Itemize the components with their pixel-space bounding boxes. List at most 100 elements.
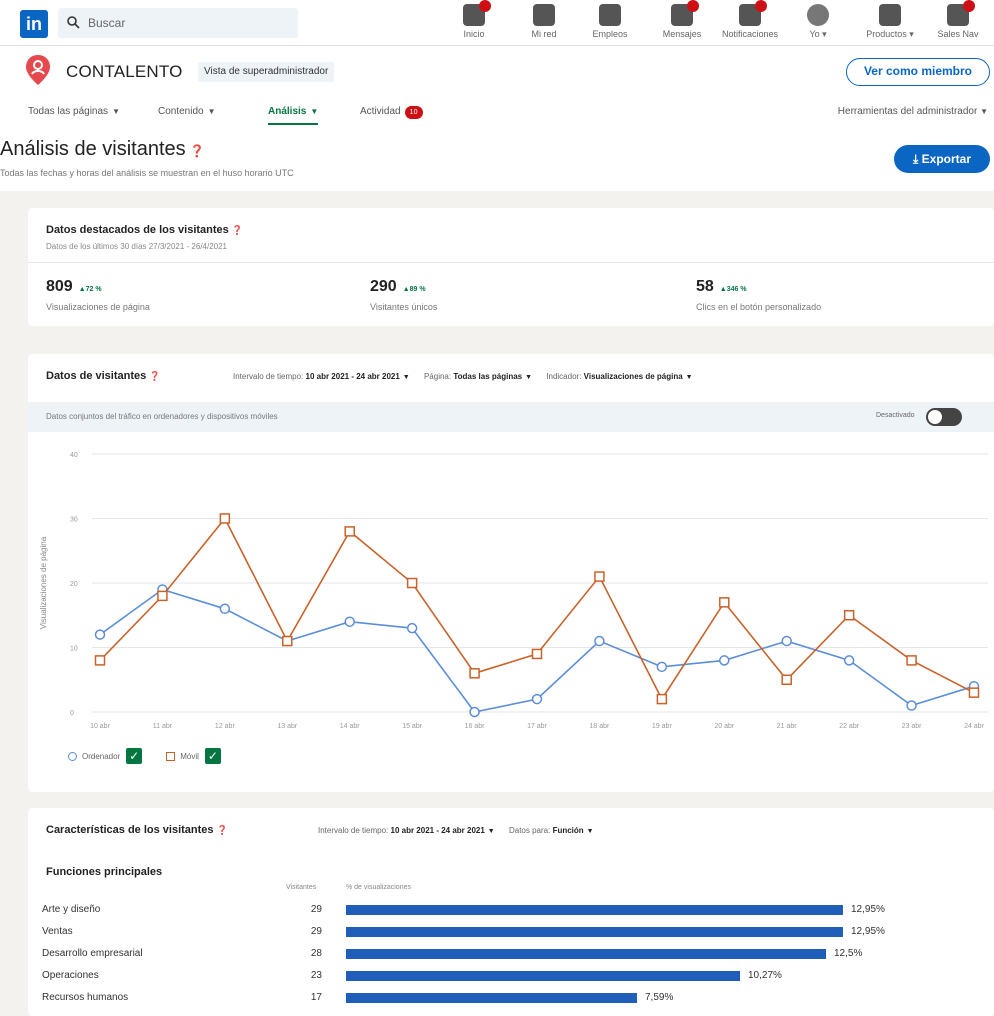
- sales-nav-badge: [963, 0, 975, 12]
- nav-notifications[interactable]: Notificaciones: [718, 0, 782, 39]
- x-tick-label: 24 abr: [964, 723, 985, 730]
- data-point-mobile: [469, 668, 480, 679]
- metric-value: 58: [696, 278, 714, 295]
- function-percent: 10,27%: [748, 970, 782, 981]
- desktop-series-checkbox[interactable]: ✓: [126, 748, 143, 764]
- series-line-mobile: [99, 517, 975, 701]
- jobs-icon: [599, 4, 621, 26]
- metric-unique-visitors: 290 ▲89 % Visitantes únicos: [370, 278, 437, 312]
- highlights-subtitle: Datos de los últimos 30 días 27/3/2021 -…: [46, 242, 228, 251]
- characteristics-filters: Intervalo de tiempo: 10 abr 2021 - 24 ab…: [318, 826, 606, 835]
- data-point-mobile: [594, 571, 605, 582]
- nav-sales-nav-label: Sales Nav: [937, 29, 979, 39]
- tab-content[interactable]: Contenido ▼: [158, 106, 216, 117]
- indicator-label: Indicador:: [546, 372, 582, 381]
- page-header: CONTALENTO Vista de superadministrador V…: [0, 46, 994, 191]
- combined-traffic-bar: Datos conjuntos del tráfico en ordenador…: [28, 402, 994, 432]
- admin-tools-menu[interactable]: Herramientas del administrador ▼: [838, 106, 988, 117]
- tab-activity[interactable]: Actividad 10: [360, 106, 423, 119]
- nav-sales-nav[interactable]: Sales Nav: [926, 0, 990, 39]
- help-icon[interactable]: ❓: [217, 825, 228, 835]
- page-filter-dropdown[interactable]: Todas las páginas: [453, 372, 522, 381]
- range-dropdown[interactable]: 10 abr 2021 - 24 abr 2021: [391, 826, 485, 835]
- function-percent: 7,59%: [645, 992, 674, 1003]
- export-button[interactable]: ⤓ Exportar: [894, 145, 990, 173]
- range-label: Intervalo de tiempo:: [318, 826, 389, 835]
- visitor-characteristics-card: Características de los visitantes ❓ Inte…: [28, 808, 994, 1016]
- highlights-title-text: Datos destacados de los visitantes: [46, 224, 229, 236]
- tab-content-label: Contenido: [158, 106, 204, 117]
- search-icon: [67, 16, 80, 29]
- metric-page-views: 809 ▲72 % Visualizaciones de página: [46, 278, 150, 312]
- visitor-highlights-card: Datos destacados de los visitantes ❓ Dat…: [28, 208, 994, 326]
- page-filter-label: Página:: [423, 372, 452, 381]
- data-point-mobile: [719, 597, 730, 608]
- visitor-data-card: Datos de visitantes ❓ Intervalo de tiemp…: [28, 354, 994, 792]
- data-point-mobile: [157, 590, 168, 602]
- nav-messaging[interactable]: Mensajes: [650, 0, 714, 39]
- tab-analytics[interactable]: Análisis ▼: [268, 106, 319, 125]
- bell-icon: [739, 0, 767, 26]
- nav-jobs[interactable]: Empleos: [578, 4, 642, 39]
- export-label: Exportar: [921, 152, 971, 166]
- data-point-desktop: [344, 616, 355, 627]
- tab-all-pages[interactable]: Todas las páginas ▼: [28, 106, 120, 117]
- data-point-mobile: [781, 674, 792, 685]
- nav-me-label: Yo ▾: [809, 29, 827, 39]
- x-tick-label: 20 abr: [714, 723, 735, 730]
- function-row: Desarrollo empresarial 28 12,5%: [28, 946, 994, 964]
- data-point-desktop: [531, 693, 543, 705]
- x-tick-label: 19 abr: [652, 723, 673, 730]
- company-name[interactable]: CONTALENTO: [66, 62, 183, 82]
- x-tick-label: 18 abr: [589, 723, 610, 730]
- nav-jobs-label: Empleos: [592, 29, 628, 39]
- nav-me[interactable]: Yo ▾: [786, 4, 850, 40]
- page-title: Análisis de visitantes ❓: [0, 138, 205, 161]
- admin-view-badge: Vista de superadministrador: [198, 62, 335, 82]
- search-bar[interactable]: Buscar: [58, 8, 298, 38]
- column-header-visitors: Visitantes: [286, 884, 317, 891]
- sales-nav-icon: [947, 0, 975, 26]
- mobile-series-checkbox[interactable]: ✓: [204, 748, 221, 764]
- visitor-data-title-text: Datos de visitantes: [46, 370, 147, 382]
- nav-products[interactable]: Productos ▾: [858, 4, 922, 40]
- x-tick-label: 14 abr: [340, 723, 361, 730]
- metric-delta: ▲346 %: [719, 286, 747, 293]
- combined-traffic-text: Datos conjuntos del tráfico en ordenador…: [46, 412, 278, 421]
- data-point-desktop: [469, 706, 480, 718]
- home-badge: [479, 0, 491, 12]
- chevron-down-icon: ▼: [525, 374, 533, 381]
- chevron-down-icon: ▼: [980, 107, 988, 116]
- combined-traffic-toggle[interactable]: [926, 408, 962, 426]
- data-point-mobile: [531, 648, 543, 660]
- x-tick-label: 22 abr: [839, 723, 860, 730]
- indicator-dropdown[interactable]: Visualizaciones de página: [584, 372, 683, 381]
- toggle-label: Desactivado: [876, 412, 915, 419]
- data-point-desktop: [906, 700, 917, 711]
- metric-value: 809: [46, 278, 73, 295]
- avatar: [807, 4, 829, 26]
- help-icon[interactable]: ❓: [190, 144, 205, 158]
- linkedin-logo[interactable]: in: [20, 10, 48, 38]
- function-name: Operaciones: [42, 970, 99, 981]
- highlights-title: Datos destacados de los visitantes ❓: [46, 224, 243, 236]
- function-name: Arte y diseño: [42, 904, 101, 915]
- nav-home[interactable]: Inicio: [442, 0, 506, 39]
- data-point-desktop: [843, 655, 855, 666]
- data-for-dropdown[interactable]: Función: [553, 826, 584, 835]
- x-tick-label: 10 abr: [90, 723, 111, 730]
- y-tick-label: 20: [70, 581, 78, 588]
- function-name: Recursos humanos: [42, 992, 129, 1003]
- range-dropdown[interactable]: 10 abr 2021 - 24 abr 2021: [306, 372, 400, 381]
- function-row: Operaciones 23 10,27%: [28, 968, 994, 986]
- network-icon: [533, 4, 555, 26]
- function-visitors: 29: [310, 926, 322, 937]
- nav-network[interactable]: Mi red: [512, 4, 576, 39]
- help-icon[interactable]: ❓: [232, 225, 243, 235]
- function-name: Desarrollo empresarial: [42, 948, 143, 959]
- company-logo-icon: [26, 55, 50, 85]
- view-as-member-button[interactable]: Ver como miembro: [846, 58, 990, 86]
- help-icon[interactable]: ❓: [149, 371, 160, 381]
- data-point-desktop: [594, 635, 605, 647]
- top-functions-title: Funciones principales: [46, 866, 163, 878]
